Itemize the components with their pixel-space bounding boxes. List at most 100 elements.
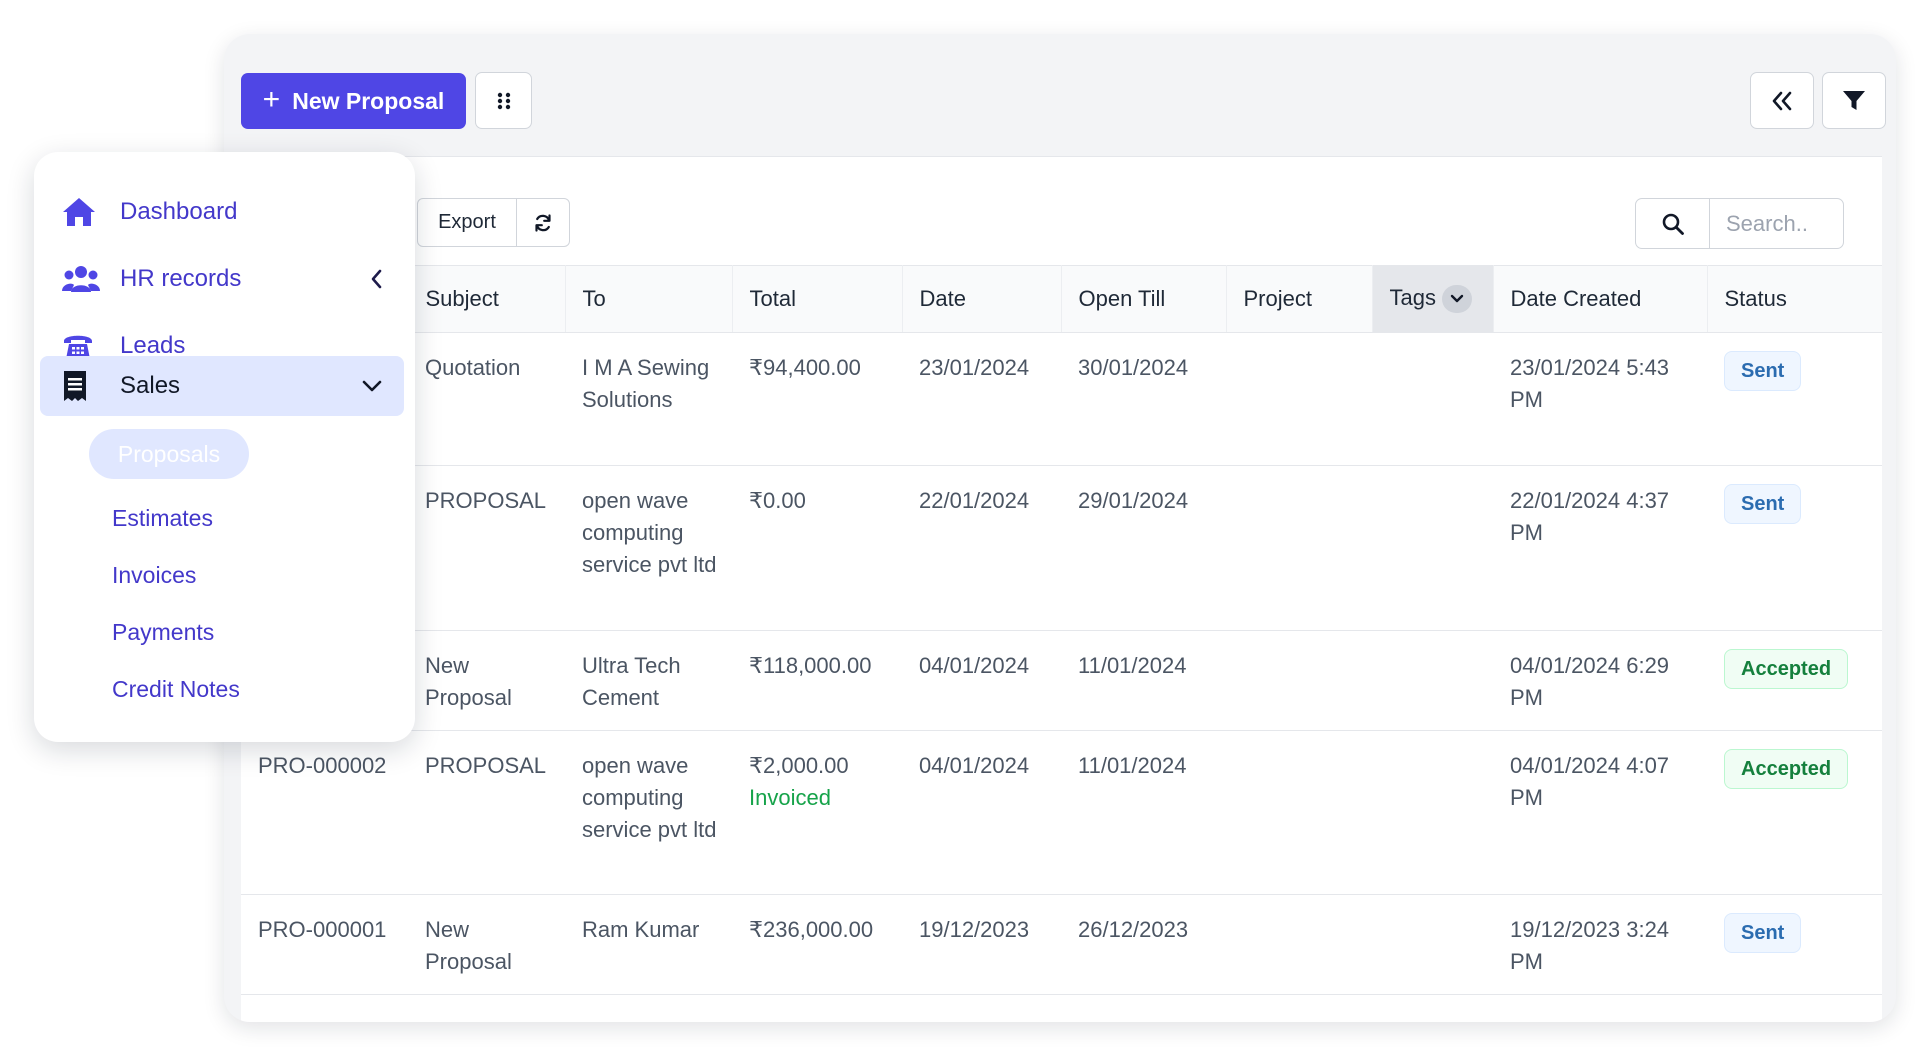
users-icon <box>62 264 100 294</box>
status-cell: Accepted <box>1707 730 1882 895</box>
double-chevron-left-icon <box>1772 91 1792 110</box>
proposals-card: + New Proposal Export Search.. Subject T… <box>224 34 1896 1022</box>
open-till-cell: 26/12/2023 <box>1061 894 1226 995</box>
total-cell: ₹118,000.00 <box>732 630 902 731</box>
project-cell <box>1226 630 1372 731</box>
export-group: Export <box>417 198 570 247</box>
to-cell[interactable]: open wave computing service pvt ltd <box>565 465 732 631</box>
status-cell: Accepted <box>1707 630 1882 731</box>
open-till-cell: 29/01/2024 <box>1061 465 1226 631</box>
open-till-cell: 11/01/2024 <box>1061 630 1226 731</box>
table-row: PRO-000001 New Proposal Ram Kumar ₹236,0… <box>241 894 1882 995</box>
submenu-item-payments[interactable]: Payments <box>112 619 214 646</box>
search-box <box>1635 198 1844 249</box>
subject-cell[interactable]: PROPOSAL <box>408 730 565 895</box>
to-cell[interactable]: Ram Kumar <box>565 894 732 995</box>
chevron-down-icon[interactable] <box>362 380 382 392</box>
new-proposal-label: New Proposal <box>292 87 445 114</box>
date-cell: 22/01/2024 <box>902 465 1061 631</box>
project-cell <box>1226 465 1372 631</box>
status-badge: Sent <box>1724 351 1802 391</box>
column-header-date[interactable]: Date <box>902 265 1062 333</box>
column-header-tags[interactable]: Tags <box>1372 265 1494 333</box>
home-icon <box>62 197 96 227</box>
date-cell: 19/12/2023 <box>902 894 1061 995</box>
total-cell: ₹2,000.00 Invoiced <box>732 730 902 895</box>
table-row: PRO-000002 PROPOSAL open wave computing … <box>241 730 1882 895</box>
column-header-total[interactable]: Total <box>732 265 903 333</box>
total-value: ₹0.00 <box>749 488 806 513</box>
tags-cell <box>1372 630 1493 731</box>
column-header-date-created[interactable]: Date Created <box>1493 265 1708 333</box>
submenu-item-proposals[interactable]: Proposals <box>89 429 249 479</box>
date-created-cell: 19/12/2023 3:24 PM <box>1493 894 1707 995</box>
table-row: PROPOSAL open wave computing service pvt… <box>241 465 1882 631</box>
chevron-down-icon[interactable] <box>1441 285 1472 314</box>
date-cell: 04/01/2024 <box>902 730 1061 895</box>
project-cell <box>1226 332 1372 466</box>
invoiced-label[interactable]: Invoiced <box>749 782 890 814</box>
column-header-to[interactable]: To <box>565 265 733 333</box>
column-header-open-till[interactable]: Open Till <box>1061 265 1227 333</box>
to-cell[interactable]: Ultra Tech Cement <box>565 630 732 731</box>
column-header-status[interactable]: Status <box>1707 265 1882 333</box>
filter-icon <box>1843 90 1865 110</box>
table-panel: Export Search.. Subject To Total Date Op… <box>241 156 1882 1022</box>
sidebar-item-sales[interactable]: Sales <box>40 356 404 416</box>
total-value: ₹118,000.00 <box>749 653 872 678</box>
project-cell <box>1226 730 1372 895</box>
status-badge: Accepted <box>1724 749 1849 789</box>
status-badge: Sent <box>1724 913 1802 953</box>
receipt-icon <box>62 370 88 402</box>
status-cell: Sent <box>1707 332 1882 466</box>
grid-dots-icon <box>497 92 510 109</box>
new-proposal-button[interactable]: + New Proposal <box>241 73 466 129</box>
total-value: ₹94,400.00 <box>749 355 861 380</box>
tags-header-label: Tags <box>1389 284 1436 310</box>
search-button[interactable] <box>1636 199 1710 248</box>
grid-view-button[interactable] <box>475 72 532 129</box>
total-value: ₹236,000.00 <box>749 917 874 942</box>
submenu-item-credit-notes[interactable]: Credit Notes <box>112 676 240 703</box>
date-created-cell: 04/01/2024 6:29 PM <box>1493 630 1707 731</box>
submenu-item-invoices[interactable]: Invoices <box>112 562 196 589</box>
date-created-cell: 23/01/2024 5:43 PM <box>1493 332 1707 466</box>
search-input[interactable] <box>1710 199 1842 248</box>
collapse-panel-button[interactable] <box>1750 72 1814 129</box>
chevron-left-icon[interactable] <box>370 269 382 289</box>
date-cell: 23/01/2024 <box>902 332 1061 466</box>
sidebar-item-hr-records[interactable]: HR records <box>40 249 404 309</box>
project-cell <box>1226 894 1372 995</box>
subject-cell[interactable]: Quotation <box>408 332 565 466</box>
sidebar-item-dashboard[interactable]: Dashboard <box>40 182 404 242</box>
subject-cell[interactable]: New Proposal <box>408 630 565 731</box>
subject-cell[interactable]: PROPOSAL <box>408 465 565 631</box>
proposal-id-cell[interactable]: PRO-000002 <box>241 730 408 895</box>
table-row: Quotation I M A Sewing Solutions ₹94,400… <box>241 332 1882 466</box>
tags-cell <box>1372 894 1493 995</box>
filter-button[interactable] <box>1822 72 1886 129</box>
sidebar-item-label: Dashboard <box>120 198 238 225</box>
total-value: ₹2,000.00 <box>749 753 849 778</box>
subject-cell[interactable]: New Proposal <box>408 894 565 995</box>
plus-icon: + <box>262 82 281 116</box>
date-cell: 04/01/2024 <box>902 630 1061 731</box>
column-header-subject[interactable]: Subject <box>408 265 566 333</box>
submenu-item-estimates[interactable]: Estimates <box>112 505 213 532</box>
tags-cell <box>1372 730 1493 895</box>
export-button[interactable]: Export <box>418 199 516 246</box>
table-row: New Proposal Ultra Tech Cement ₹118,000.… <box>241 630 1882 731</box>
date-created-cell: 04/01/2024 4:07 PM <box>1493 730 1707 895</box>
table-header-row: Subject To Total Date Open Till Project … <box>241 265 1882 333</box>
date-created-cell: 22/01/2024 4:37 PM <box>1493 465 1707 631</box>
proposals-table: Subject To Total Date Open Till Project … <box>241 265 1882 995</box>
proposal-id-cell[interactable]: PRO-000001 <box>241 894 408 995</box>
to-cell[interactable]: I M A Sewing Solutions <box>565 332 732 466</box>
to-cell[interactable]: open wave computing service pvt ltd <box>565 730 732 895</box>
open-till-cell: 11/01/2024 <box>1061 730 1226 895</box>
tags-cell <box>1372 465 1493 631</box>
column-header-project[interactable]: Project <box>1226 265 1373 333</box>
status-badge: Sent <box>1724 484 1802 524</box>
refresh-button[interactable] <box>516 199 569 246</box>
status-badge: Accepted <box>1724 649 1849 689</box>
